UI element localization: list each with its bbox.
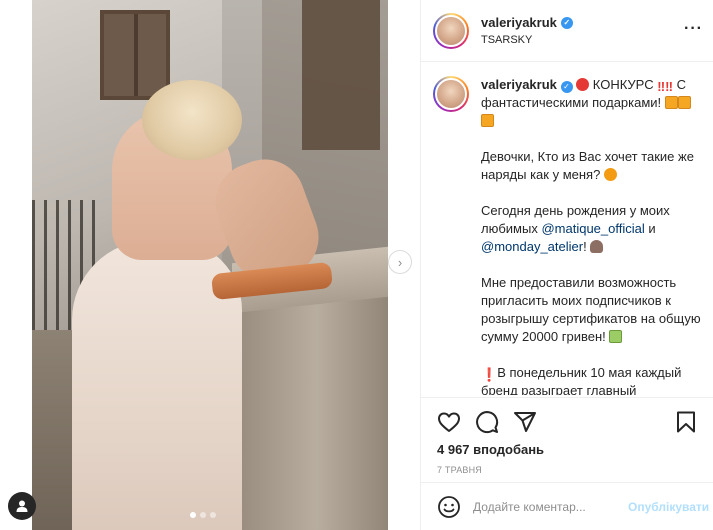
caption-p4: Мне предоставили возможность пригласить … [481, 275, 701, 344]
caption-paragraph-5: ❗В понедельник 10 мая каждый бренд разыг… [481, 364, 701, 395]
caption-p2: Девочки, Кто из Вас хочет такие же наряд… [481, 149, 694, 182]
comment-input[interactable] [473, 499, 628, 514]
action-icons [437, 406, 698, 438]
photo-figure-hair [142, 80, 242, 160]
post-date[interactable]: 7 ТРАВНЯ [437, 465, 698, 475]
carousel-dot [190, 512, 196, 518]
user-tags-button[interactable] [8, 492, 36, 520]
photo-window [100, 10, 170, 100]
save-button[interactable] [674, 410, 698, 434]
likes-count[interactable]: 4 967 вподобань [437, 442, 698, 457]
caption-p5: В понедельник 10 мая каждый бренд разыгр… [481, 365, 682, 395]
carousel-dot [200, 512, 206, 518]
more-options-button[interactable]: ··· [684, 20, 703, 38]
mention-link[interactable]: @matique_official [541, 221, 644, 236]
smiley-icon [438, 495, 460, 518]
verified-badge-icon: ✓ [560, 16, 573, 29]
caption-paragraph-4: Мне предоставили возможность пригласить … [481, 274, 701, 346]
comment-button[interactable] [475, 410, 499, 434]
exclamation-emoji-icon: ‼‼ [657, 79, 673, 94]
red-circle-emoji-icon [576, 78, 590, 91]
post-actions: 4 967 вподобань 7 ТРАВНЯ [421, 397, 713, 475]
mention-link[interactable]: @monday_atelier [481, 239, 583, 254]
gift-emoji-icon [677, 96, 691, 109]
exclamation-emoji-icon: ❗ [481, 367, 498, 382]
chevron-right-icon: › [397, 254, 403, 270]
username-row: valeriyakruk ✓ [481, 15, 573, 30]
caption-p3-post: ! [583, 239, 587, 254]
heart-icon [438, 412, 460, 432]
caption-area: valeriyakruk ✓ КОНКУРС ‼‼ С фантастическ… [421, 62, 713, 395]
carousel-dot [210, 512, 216, 518]
post-side-panel: valeriyakruk ✓ TSARSKY ··· valeriyakruk … [420, 0, 713, 530]
caption-paragraph-3: Сегодня день рождения у моих любимых @ma… [481, 202, 701, 256]
more-horizontal-icon: ··· [684, 20, 703, 37]
caption-p3-mid: и [648, 221, 656, 236]
publish-button[interactable]: Опублікувати [628, 500, 709, 514]
caption-username[interactable]: valeriyakruk [481, 77, 557, 92]
location-link[interactable]: TSARSKY [481, 34, 573, 46]
carousel-indicator [190, 512, 216, 518]
emoji-picker-button[interactable] [437, 495, 461, 519]
carousel-next-button[interactable]: › [388, 250, 412, 274]
avatar-image [435, 14, 467, 47]
username-link[interactable]: valeriyakruk [481, 15, 557, 30]
avatar[interactable] [433, 12, 469, 49]
post-header: valeriyakruk ✓ TSARSKY ··· [421, 0, 713, 62]
caption-paragraph-2: Девочки, Кто из Вас хочет такие же наряд… [481, 148, 701, 184]
caption-text: valeriyakruk ✓ КОНКУРС ‼‼ С фантастическ… [481, 76, 701, 395]
cake-emoji-icon [590, 240, 604, 253]
avatar-image [435, 78, 467, 110]
caption-paragraph-1: valeriyakruk ✓ КОНКУРС ‼‼ С фантастическ… [481, 76, 701, 130]
cat-emoji-icon [603, 168, 617, 181]
header-text: valeriyakruk ✓ TSARSKY [481, 15, 573, 46]
verified-badge-icon: ✓ [560, 81, 573, 93]
caption-avatar[interactable] [433, 76, 469, 112]
like-button[interactable] [437, 410, 461, 434]
user-icon [16, 500, 28, 512]
gift-emoji-icon [481, 114, 494, 127]
send-icon [514, 412, 536, 432]
photo-door [302, 0, 380, 150]
post-photo[interactable] [32, 0, 388, 530]
share-button[interactable] [513, 410, 537, 434]
bookmark-icon [677, 411, 695, 433]
money-emoji-icon [609, 330, 623, 343]
comment-bar: Опублікувати [421, 482, 713, 530]
comment-icon [476, 411, 499, 434]
gift-emoji-icon [664, 96, 678, 109]
caption-title: КОНКУРС [592, 77, 654, 92]
post-media: › [0, 0, 420, 530]
